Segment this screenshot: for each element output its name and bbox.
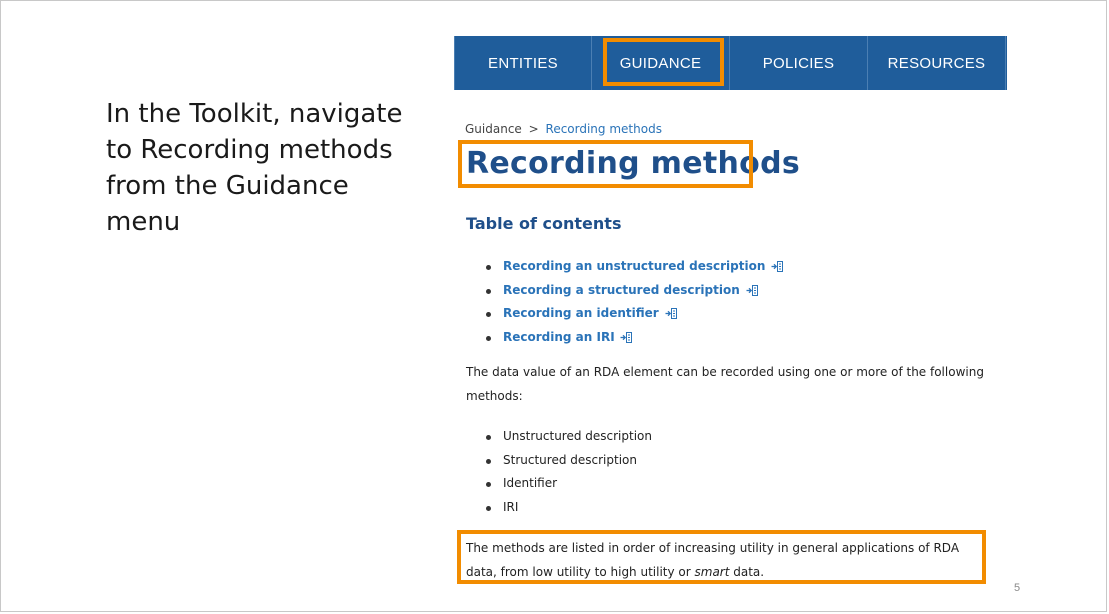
method-item: Structured description (486, 449, 652, 473)
toc-heading: Table of contents (466, 214, 622, 233)
breadcrumb-separator: > (528, 122, 539, 136)
method-item: IRI (486, 496, 652, 520)
instruction-text: In the Toolkit, navigate to Recording me… (106, 99, 403, 237)
nav-item-entities[interactable]: ENTITIES (454, 36, 592, 90)
breadcrumb-parent[interactable]: Guidance (465, 122, 522, 136)
jump-to-section-icon[interactable] (771, 261, 784, 272)
toc-link-structured[interactable]: Recording a structured description (503, 283, 740, 297)
closing-paragraph: The methods are listed in order of incre… (466, 536, 981, 584)
toc-item: Recording an identifier (486, 302, 783, 326)
method-item: Unstructured description (486, 425, 652, 449)
toc-item: Recording a structured description (486, 279, 783, 303)
jump-to-section-icon[interactable] (746, 284, 758, 296)
toc-item: Recording an unstructured description (486, 255, 784, 279)
intro-paragraph: The data value of an RDA element can be … (466, 365, 984, 403)
toc-item: Recording an IRI (486, 326, 783, 350)
main-nav: ENTITIES GUIDANCE POLICIES RESOURCES (454, 36, 1007, 90)
breadcrumb: Guidance > Recording methods (465, 122, 662, 136)
closing-text-emphasis: smart (694, 565, 730, 579)
methods-list: Unstructured description Structured desc… (486, 425, 652, 519)
closing-text-end: data. (729, 565, 765, 579)
nav-item-policies[interactable]: POLICIES (730, 36, 868, 90)
jump-to-section-icon[interactable] (620, 331, 633, 343)
nav-item-guidance[interactable]: GUIDANCE (592, 36, 730, 90)
breadcrumb-current[interactable]: Recording methods (546, 122, 662, 136)
toc-link-identifier[interactable]: Recording an identifier (503, 306, 659, 320)
page-title: Recording methods (466, 146, 801, 181)
table-of-contents: Recording an unstructured description Re… (486, 255, 784, 350)
slide-number: 5 (1014, 582, 1021, 594)
nav-item-resources[interactable]: RESOURCES (868, 36, 1006, 90)
jump-to-section-icon[interactable] (665, 308, 677, 319)
toc-link-iri[interactable]: Recording an IRI (503, 330, 615, 344)
toc-link-unstructured[interactable]: Recording an unstructured description (503, 259, 765, 273)
method-item: Identifier (486, 472, 652, 496)
